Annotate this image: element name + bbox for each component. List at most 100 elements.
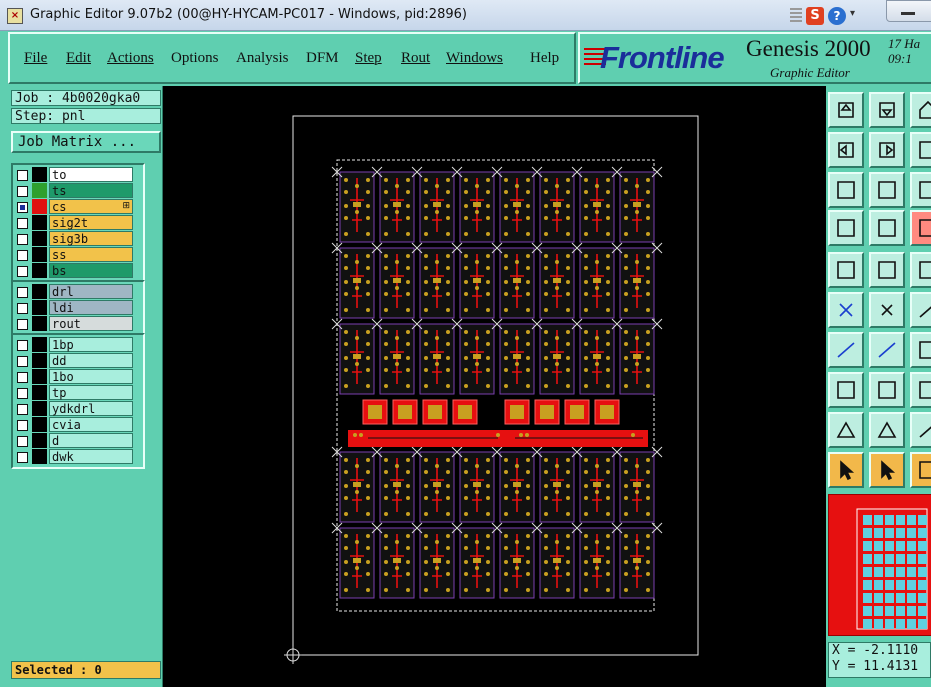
layer-name[interactable]: cs ⊞: [49, 199, 133, 214]
layer-name[interactable]: cvia: [49, 417, 133, 432]
menu-file[interactable]: File: [24, 50, 47, 67]
layer-name[interactable]: 1bo: [49, 369, 133, 384]
layer-checkbox[interactable]: [17, 170, 28, 181]
layer-color-swatch[interactable]: [32, 316, 47, 331]
layer-name[interactable]: drl: [49, 284, 133, 299]
layer-row-1bo[interactable]: 1bo: [17, 369, 139, 385]
layer-color-swatch[interactable]: [32, 300, 47, 315]
tool-button-triangle[interactable]: [869, 412, 905, 448]
layer-name[interactable]: ldi: [49, 300, 133, 315]
layer-row-rout[interactable]: rout: [17, 316, 139, 332]
layer-row-dd[interactable]: dd: [17, 353, 139, 369]
tool-button-scale[interactable]: [910, 172, 931, 208]
graphics-canvas[interactable]: [163, 86, 826, 687]
layer-checkbox[interactable]: [17, 266, 28, 277]
tool-button-home[interactable]: [910, 92, 931, 128]
layer-checkbox[interactable]: [17, 218, 28, 229]
tool-button-snap[interactable]: [910, 210, 931, 246]
tool-button-delete[interactable]: [869, 292, 905, 328]
job-matrix-button[interactable]: Job Matrix ...: [11, 131, 161, 153]
layer-color-swatch[interactable]: [32, 167, 47, 182]
tool-button-net[interactable]: [828, 292, 864, 328]
tool-button-outline[interactable]: [910, 412, 931, 448]
layer-checkbox[interactable]: [17, 372, 28, 383]
layer-color-swatch[interactable]: [32, 353, 47, 368]
tool-button-cross[interactable]: [910, 372, 931, 408]
layer-row-ydkdrl[interactable]: ydkdrl: [17, 401, 139, 417]
tool-button-rotate[interactable]: [910, 452, 931, 488]
layer-row-drl[interactable]: drl: [17, 284, 139, 300]
layer-name[interactable]: 1bp: [49, 337, 133, 352]
menu-edit[interactable]: Edit: [66, 50, 91, 67]
layer-color-swatch[interactable]: [32, 284, 47, 299]
layer-checkbox[interactable]: [17, 452, 28, 463]
tool-button-polygon[interactable]: [828, 412, 864, 448]
tool-button-pointer[interactable]: [828, 452, 864, 488]
layer-name[interactable]: d: [49, 433, 133, 448]
layer-color-swatch[interactable]: [32, 433, 47, 448]
layer-row-ss[interactable]: ss: [17, 247, 139, 263]
tool-button-move-up[interactable]: [828, 92, 864, 128]
layer-row-d[interactable]: d: [17, 433, 139, 449]
tool-button-ruler[interactable]: [910, 252, 931, 288]
layer-color-swatch[interactable]: [32, 199, 47, 214]
menu-analysis[interactable]: Analysis: [236, 50, 289, 67]
menu-step[interactable]: Step: [355, 50, 382, 67]
menu-windows[interactable]: Windows: [446, 50, 503, 67]
layer-row-cs[interactable]: cs ⊞: [17, 199, 139, 215]
layer-checkbox[interactable]: [17, 287, 28, 298]
layer-name[interactable]: sig2t: [49, 215, 133, 230]
menu-actions[interactable]: Actions: [107, 50, 154, 67]
layer-name[interactable]: ss: [49, 247, 133, 262]
tool-button-draw-line[interactable]: [828, 332, 864, 368]
tool-button-measure[interactable]: [828, 210, 864, 246]
layer-checkbox[interactable]: [17, 340, 28, 351]
layer-color-swatch[interactable]: [32, 247, 47, 262]
layer-name[interactable]: ydkdrl: [49, 401, 133, 416]
layer-row-cvia[interactable]: cvia: [17, 417, 139, 433]
layer-name[interactable]: bs: [49, 263, 133, 278]
tool-button-stretch[interactable]: [910, 332, 931, 368]
layer-checkbox[interactable]: [17, 436, 28, 447]
menu-help[interactable]: Help: [530, 50, 559, 67]
layer-row-sig2t[interactable]: sig2t: [17, 215, 139, 231]
layer-name[interactable]: ts: [49, 183, 133, 198]
layer-checkbox[interactable]: [17, 388, 28, 399]
tool-button-move-right[interactable]: [869, 132, 905, 168]
tool-button-segment[interactable]: [869, 372, 905, 408]
tool-button-line[interactable]: [910, 292, 931, 328]
dropdown-icon[interactable]: ▾: [850, 8, 855, 19]
tool-button-draw-arrow[interactable]: [869, 332, 905, 368]
layer-checkbox[interactable]: [17, 356, 28, 367]
layer-checkbox[interactable]: [17, 319, 28, 330]
layer-color-swatch[interactable]: [32, 417, 47, 432]
tool-button-zoom-fit[interactable]: [869, 172, 905, 208]
tool-button-pointer-box[interactable]: [869, 452, 905, 488]
minimize-button[interactable]: [886, 0, 931, 22]
layer-color-swatch[interactable]: [32, 369, 47, 384]
tool-button-fit-screen[interactable]: [828, 172, 864, 208]
tool-button-grid[interactable]: [869, 210, 905, 246]
layer-color-swatch[interactable]: [32, 215, 47, 230]
menu-rout[interactable]: Rout: [401, 50, 430, 67]
layer-color-swatch[interactable]: [32, 231, 47, 246]
layer-color-swatch[interactable]: [32, 263, 47, 278]
layer-color-swatch[interactable]: [32, 449, 47, 464]
layer-checkbox[interactable]: [17, 250, 28, 261]
sogou-s-icon[interactable]: S: [806, 7, 824, 25]
overview-preview[interactable]: [828, 494, 931, 636]
tool-button-move-left[interactable]: [828, 132, 864, 168]
layer-name[interactable]: sig3b: [49, 231, 133, 246]
panel-drawing[interactable]: [163, 86, 826, 687]
layer-expand-icon[interactable]: ⊞: [122, 201, 130, 211]
layer-checkbox[interactable]: [17, 303, 28, 314]
help-icon[interactable]: ?: [828, 7, 846, 25]
layer-row-sig3b[interactable]: sig3b: [17, 231, 139, 247]
layer-row-tp[interactable]: tp: [17, 385, 139, 401]
x-window-icon[interactable]: ×: [7, 8, 23, 24]
layer-row-ts[interactable]: ts: [17, 183, 139, 199]
layer-checkbox[interactable]: [17, 404, 28, 415]
tool-button-feature-select[interactable]: [828, 252, 864, 288]
layer-name[interactable]: dd: [49, 353, 133, 368]
tool-button-undo[interactable]: [910, 132, 931, 168]
